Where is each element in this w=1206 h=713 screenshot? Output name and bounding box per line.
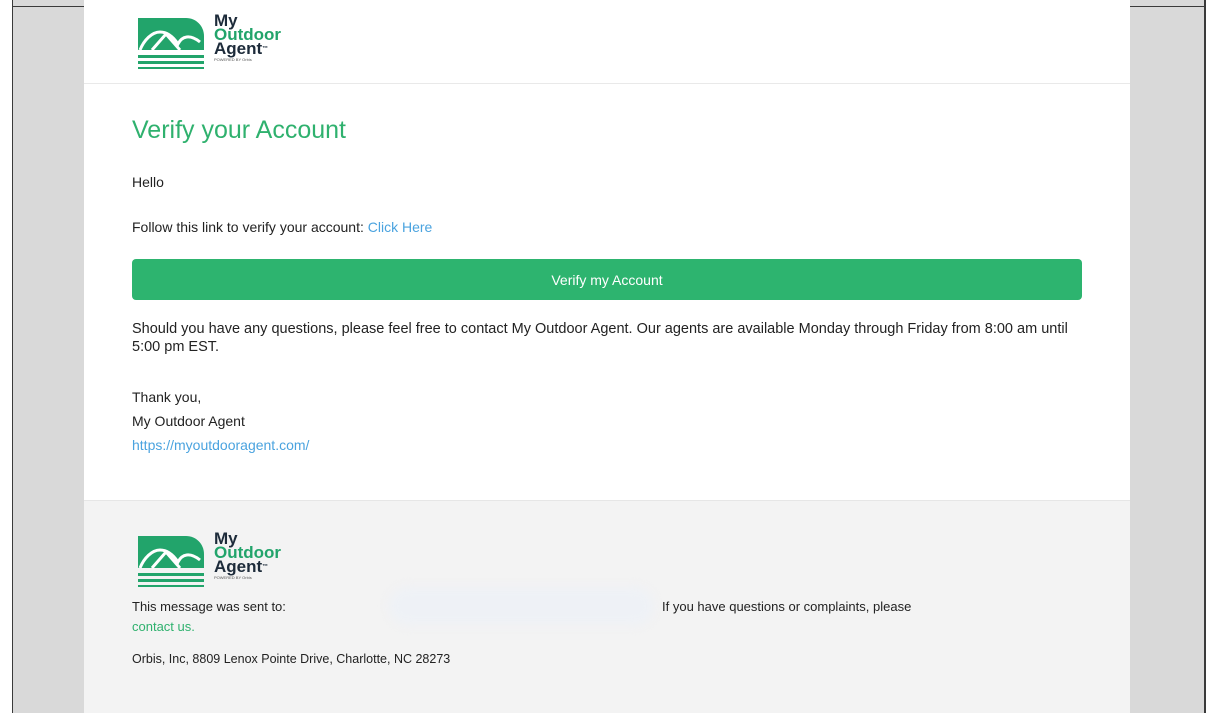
footer-trademark: ™ (262, 564, 269, 570)
footer-brand-line-3-text: Agent (214, 557, 263, 576)
click-here-link[interactable]: Click Here (368, 219, 433, 235)
signer-name: My Outdoor Agent (132, 413, 245, 429)
thanks-text: Thank you, (132, 389, 202, 405)
footer-brand-wordmark: My Outdoor Agent™ POWERED BY Orbis (214, 530, 281, 581)
left-border (12, 0, 13, 713)
trademark: ™ (262, 46, 269, 52)
brand-line-3-text: Agent (214, 39, 263, 58)
powered-by: POWERED BY Orbis (214, 57, 252, 62)
footer-brand-logo[interactable]: My Outdoor Agent™ POWERED BY Orbis (134, 530, 324, 588)
brand-wordmark: My Outdoor Agent™ POWERED BY Orbis (214, 12, 281, 63)
sent-to-label: This message was sent to: (132, 599, 286, 614)
redacted-email (389, 587, 654, 625)
follow-line: Follow this link to verify your account:… (132, 218, 432, 236)
screenshot-frame: My Outdoor Agent™ POWERED BY Orbis Verif… (0, 0, 1206, 713)
contact-us-link[interactable]: contact us. (132, 619, 195, 634)
email-header: My Outdoor Agent™ POWERED BY Orbis (84, 0, 1130, 84)
footer-questions-text: If you have questions or complaints, ple… (662, 599, 912, 614)
company-address: Orbis, Inc, 8809 Lenox Pointe Drive, Cha… (132, 652, 451, 666)
follow-text: Follow this link to verify your account: (132, 219, 368, 235)
footer-mountain-logo-icon (138, 536, 204, 587)
email-body: Verify your Account Hello Follow this li… (84, 85, 1130, 500)
email-footer: My Outdoor Agent™ POWERED BY Orbis This … (84, 500, 1130, 713)
footer-brand-line-3: Agent™ (214, 557, 281, 576)
brand-logo[interactable]: My Outdoor Agent™ POWERED BY Orbis (134, 12, 324, 70)
page-title: Verify your Account (132, 116, 347, 144)
brand-line-3: Agent™ (214, 39, 281, 58)
footer-powered-by: POWERED BY Orbis (214, 575, 252, 580)
questions-text: Should you have any questions, please fe… (132, 321, 1068, 355)
email-container: My Outdoor Agent™ POWERED BY Orbis Verif… (84, 0, 1130, 713)
website-link[interactable]: https://myoutdooragent.com/ (132, 436, 309, 454)
greeting: Hello (132, 174, 164, 190)
verify-account-button[interactable]: Verify my Account (132, 259, 1082, 300)
left-margin (0, 0, 12, 713)
mountain-logo-icon (138, 18, 204, 69)
